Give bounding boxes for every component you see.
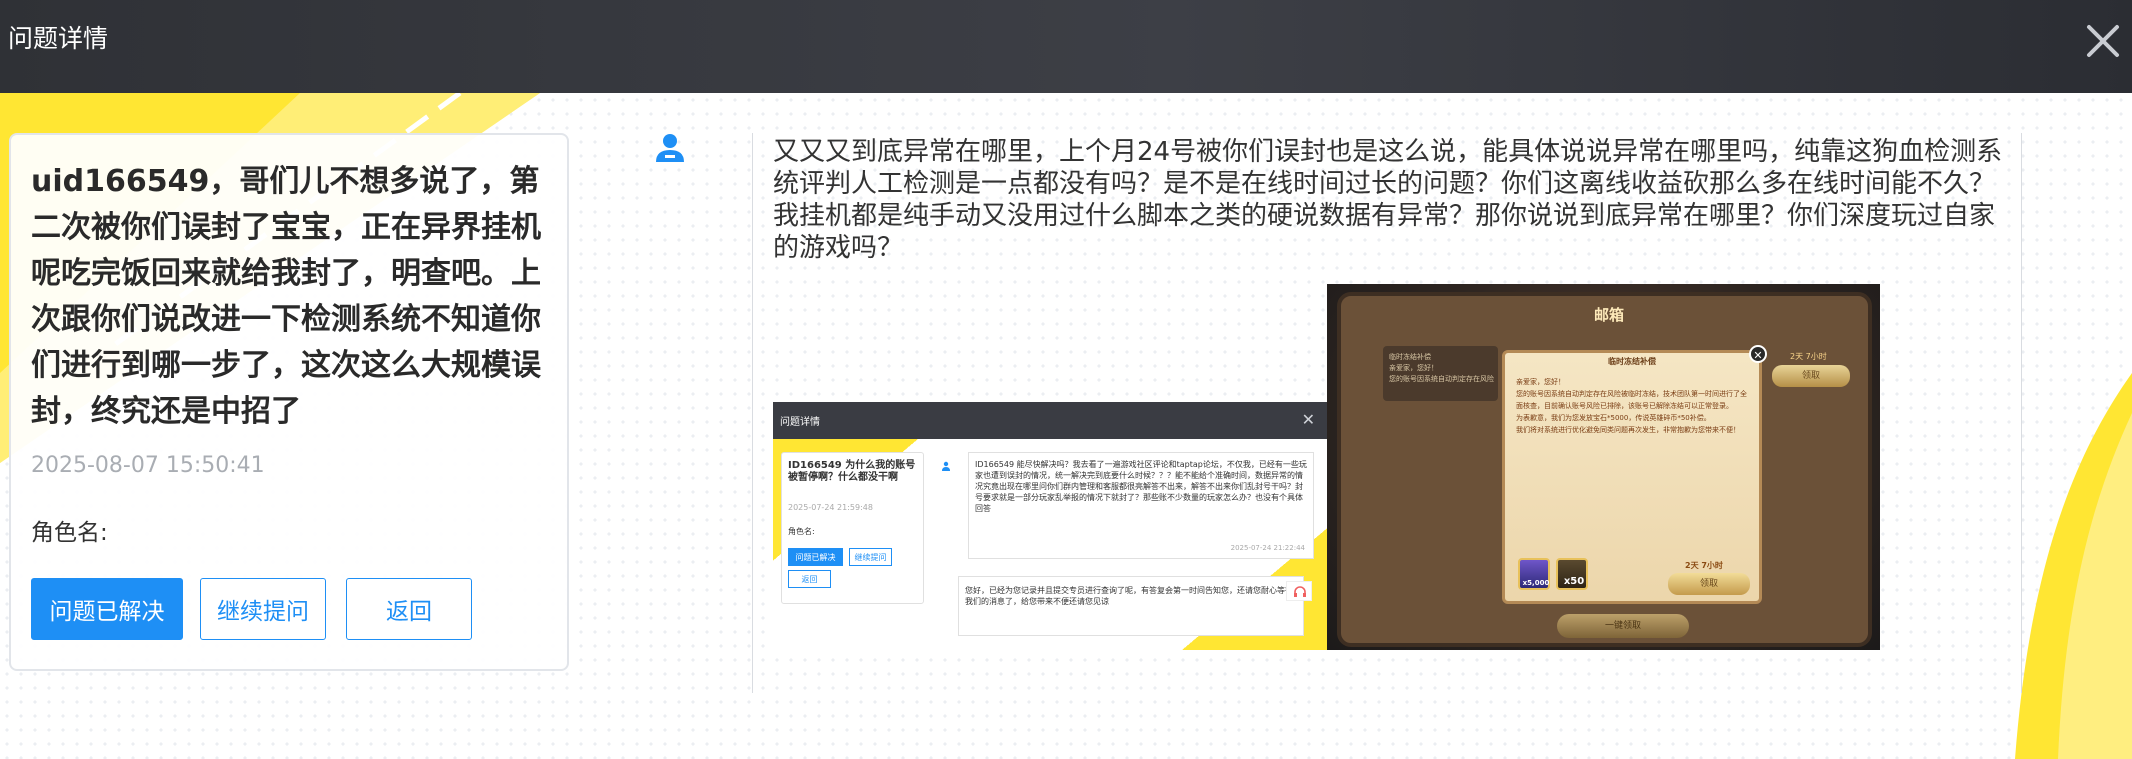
close-icon[interactable] xyxy=(2082,20,2124,62)
attachment-role-label: 角色名: xyxy=(788,527,815,536)
dialog-title: 临时冻结补偿 xyxy=(1608,357,1656,366)
mail-list-text: 临时冻结补偿 亲爱家，您好！ 您的账号因系统自动判定存在风险 xyxy=(1389,353,1494,383)
header-bar: 问题详情 xyxy=(0,0,2132,93)
question-title: uid166549，哥们儿不想多说了，第二次被你们误封了宝宝，正在异界挂机呢吃完… xyxy=(31,164,541,429)
mail-claim-button: 领取 xyxy=(1772,365,1850,387)
attachment-card-title: ID166549 为什么我的账号被暂停啊？什么都没干啊 xyxy=(788,460,916,483)
attachment-close-icon: ✕ xyxy=(1301,410,1315,429)
mailbox-title: 邮箱 xyxy=(1593,306,1624,324)
message-divider-right xyxy=(2021,133,2022,693)
attachment-image-game-mailbox[interactable]: 邮箱 临时冻结补偿 亲爱家，您好！ 您的账号因系统自动判定存在风险 2天 7小时… xyxy=(1327,284,1880,650)
attachment-user-icon xyxy=(941,456,951,471)
hero-shard-reward-icon: x50 xyxy=(1556,558,1588,590)
page-title: 问题详情 xyxy=(8,24,109,53)
mail-claim-area: 2天 7小时 领取 xyxy=(1770,351,1850,401)
message-text: 又又又到底异常在哪里，上个月24号被你们误封也是这么说，能具体说说异常在哪里吗，… xyxy=(773,137,2003,263)
attachment-resolved-button: 问题已解决 xyxy=(788,548,843,566)
message-divider-left xyxy=(752,133,753,693)
attachment-message-time: 2025-07-24 21:22:44 xyxy=(1230,544,1305,552)
back-button[interactable]: 返回 xyxy=(346,578,472,640)
attachment-back-button: 返回 xyxy=(788,570,831,588)
question-timestamp: 2025-08-07 15:50:41 xyxy=(31,453,265,478)
role-name-label: 角色名: xyxy=(31,520,108,546)
claim-all-button: 一键领取 xyxy=(1557,614,1689,638)
resolved-button[interactable]: 问题已解决 xyxy=(31,578,183,640)
user-icon xyxy=(653,131,687,165)
mail-detail-dialog: ✕ 临时冻结补偿 亲爱家，您好！ 您的账号因系统自动判定存在风险被临时冻结，技术… xyxy=(1502,345,1767,604)
mail-expire-time: 2天 7小时 xyxy=(1790,352,1827,361)
continue-asking-button[interactable]: 继续提问 xyxy=(200,578,326,640)
attachment-image-previous-ticket[interactable]: 问题详情 ✕ ID166549 为什么我的账号被暂停啊？什么都没干啊 2025-… xyxy=(773,402,1327,650)
question-card: uid166549，哥们儿不想多说了，第二次被你们误封了宝宝，正在异界挂机呢吃完… xyxy=(9,133,569,671)
headset-icon xyxy=(1286,581,1312,601)
attachment-card-time: 2025-07-24 21:59:48 xyxy=(788,503,873,512)
attachment-reply-text: 您好，已经为您记录并且提交专员进行查询了呢，有答复会第一时间告知您，还请您耐心等… xyxy=(965,586,1293,606)
attachment-continue-button: 继续提问 xyxy=(849,548,892,566)
gem-reward-icon: x5,000 xyxy=(1518,558,1550,590)
dialog-text: 亲爱家，您好！ 您的账号因系统自动判定存在风险被临时冻结，技术团队第一时间进行了… xyxy=(1516,378,1747,434)
mail-list-item: 临时冻结补偿 亲爱家，您好！ 您的账号因系统自动判定存在风险 xyxy=(1383,346,1498,401)
attachment-message-text: ID166549 能尽快解决吗？我去看了一遍游戏社区评论和taptap论坛，不仅… xyxy=(975,460,1307,513)
attachment-header-title: 问题详情 xyxy=(780,417,820,428)
dialog-claim-button: 领取 xyxy=(1668,573,1750,595)
dialog-expire-time: 2天 7小时 xyxy=(1685,561,1723,570)
